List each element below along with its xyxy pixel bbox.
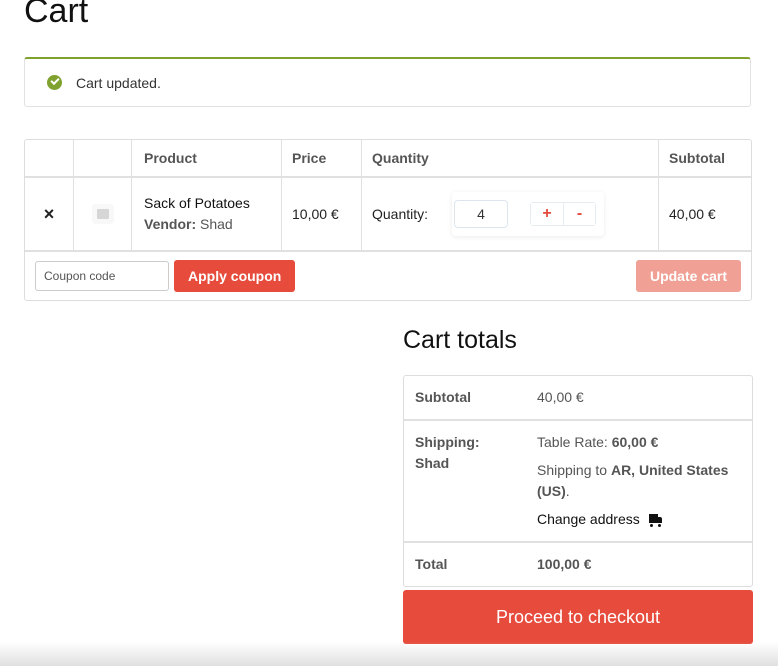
bottom-fade [0, 642, 778, 666]
cart-table-header: Product Price Quantity Subtotal [25, 140, 751, 178]
quantity-cell: Quantity: + - [362, 178, 659, 252]
truck-icon [648, 513, 663, 527]
vendor-label: Vendor: [144, 216, 197, 232]
shipping-label: Shipping: Shad [404, 421, 537, 543]
header-quantity: Quantity [362, 140, 659, 178]
product-cell: Sack of Potatoes Vendor: Shad [132, 178, 282, 252]
product-name-link[interactable]: Sack of Potatoes [144, 193, 271, 214]
quantity-increase-button[interactable]: + [531, 203, 564, 225]
change-address-link[interactable]: Change address [537, 509, 663, 530]
shipping-label-line2: Shad [415, 455, 450, 471]
shipping-rate-label: Table Rate: [537, 434, 612, 450]
subtotal-value: 40,00 € [537, 376, 752, 421]
quantity-stepper: + - [452, 192, 605, 236]
shipping-rate-value: 60,00 € [611, 434, 659, 450]
apply-coupon-button[interactable]: Apply coupon [174, 260, 296, 292]
subtotal-label: Subtotal [404, 376, 537, 421]
update-cart-button[interactable]: Update cart [635, 260, 741, 292]
coupon-code-input[interactable] [35, 261, 169, 291]
cart-table: Product Price Quantity Subtotal × Sack o… [24, 139, 752, 301]
shipping-destination-suffix: . [565, 483, 570, 499]
shipping-destination-label: Shipping to [537, 462, 611, 478]
header-product: Product [132, 140, 282, 178]
image-placeholder-icon[interactable] [96, 209, 109, 219]
proceed-to-checkout-button[interactable]: Proceed to checkout [403, 590, 753, 644]
totals-total-row: Total 100,00 € [404, 543, 752, 586]
cart-actions-row: Apply coupon Update cart [25, 252, 751, 300]
change-address-label[interactable]: Change address [537, 509, 640, 530]
remove-item-button[interactable]: × [25, 178, 74, 252]
close-icon[interactable]: × [44, 204, 55, 224]
cart-totals-title: Cart totals [403, 326, 517, 354]
cart-item-row: × Sack of Potatoes Vendor: Shad 10,00 € … [25, 178, 751, 252]
header-price: Price [282, 140, 362, 178]
total-label: Total [415, 556, 448, 572]
shipping-rate: Table Rate: 60,00 € [537, 432, 742, 453]
product-subtotal: 40,00 € [659, 178, 751, 252]
header-subtotal: Subtotal [659, 140, 751, 178]
cart-updated-notice: Cart updated. [24, 57, 751, 107]
cart-totals-table: Subtotal 40,00 € Shipping: Shad Table Ra… [403, 375, 753, 587]
total-value: 100,00 € [537, 556, 592, 572]
product-thumbnail-cell [74, 178, 132, 252]
shipping-details: Table Rate: 60,00 € Shipping to AR, Unit… [537, 421, 752, 543]
check-circle-icon [47, 75, 62, 90]
header-thumbnail [74, 140, 132, 178]
shipping-destination: Shipping to AR, United States (US). [537, 460, 742, 502]
notice-text: Cart updated. [76, 74, 161, 91]
quantity-input[interactable] [454, 200, 509, 228]
quantity-label: Quantity: [372, 206, 429, 222]
totals-shipping-row: Shipping: Shad Table Rate: 60,00 € Shipp… [404, 421, 752, 543]
vendor-name: Shad [200, 216, 233, 232]
cart-actions: Apply coupon Update cart [25, 252, 751, 300]
totals-subtotal-row: Subtotal 40,00 € [404, 376, 752, 421]
shipping-label-line1: Shipping: [415, 434, 480, 450]
page-title: Cart [24, 0, 89, 30]
header-remove [25, 140, 74, 178]
product-price: 10,00 € [282, 178, 362, 252]
product-vendor: Vendor: Shad [144, 214, 271, 235]
quantity-decrease-button[interactable]: - [563, 203, 596, 225]
